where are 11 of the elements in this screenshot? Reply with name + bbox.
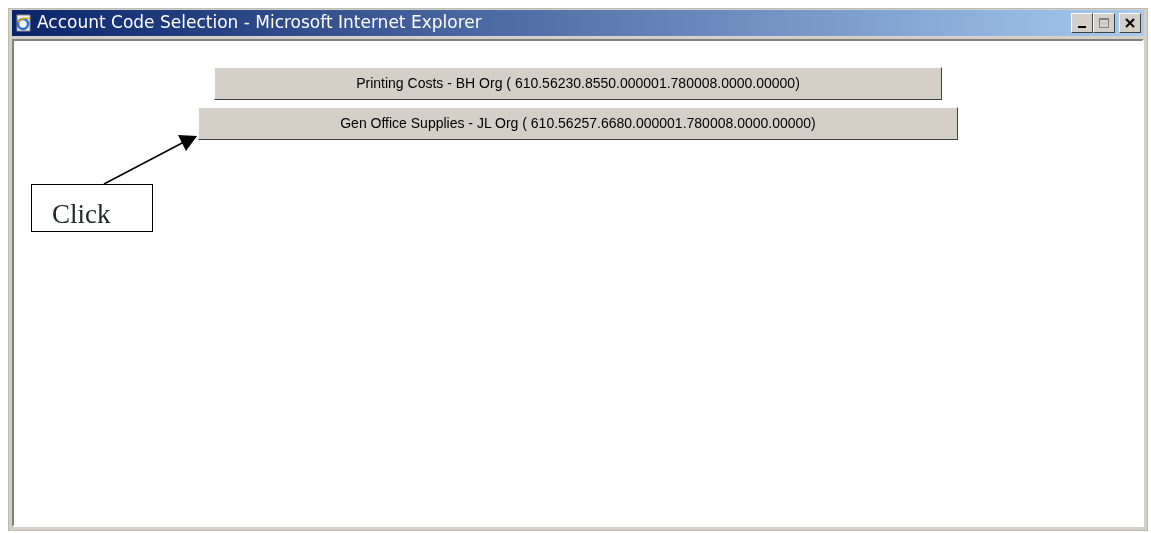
- browser-icon: [15, 14, 33, 32]
- close-icon: [1124, 17, 1136, 29]
- minimize-icon: [1078, 26, 1086, 28]
- maximize-button[interactable]: [1093, 13, 1115, 33]
- minimize-button[interactable]: [1071, 13, 1093, 33]
- account-button[interactable]: Gen Office Supplies - JL Org ( 610.56257.6680.000001.780008.0000.00000): [198, 107, 958, 140]
- maximize-icon: [1098, 17, 1110, 29]
- close-button[interactable]: [1119, 13, 1141, 33]
- callout-text: Click: [52, 198, 111, 231]
- window-title: Account Code Selection - Microsoft Internet Explorer: [37, 11, 482, 35]
- account-button[interactable]: Printing Costs - BH Org ( 610.56230.8550.000001.780008.0000.00000): [214, 67, 942, 100]
